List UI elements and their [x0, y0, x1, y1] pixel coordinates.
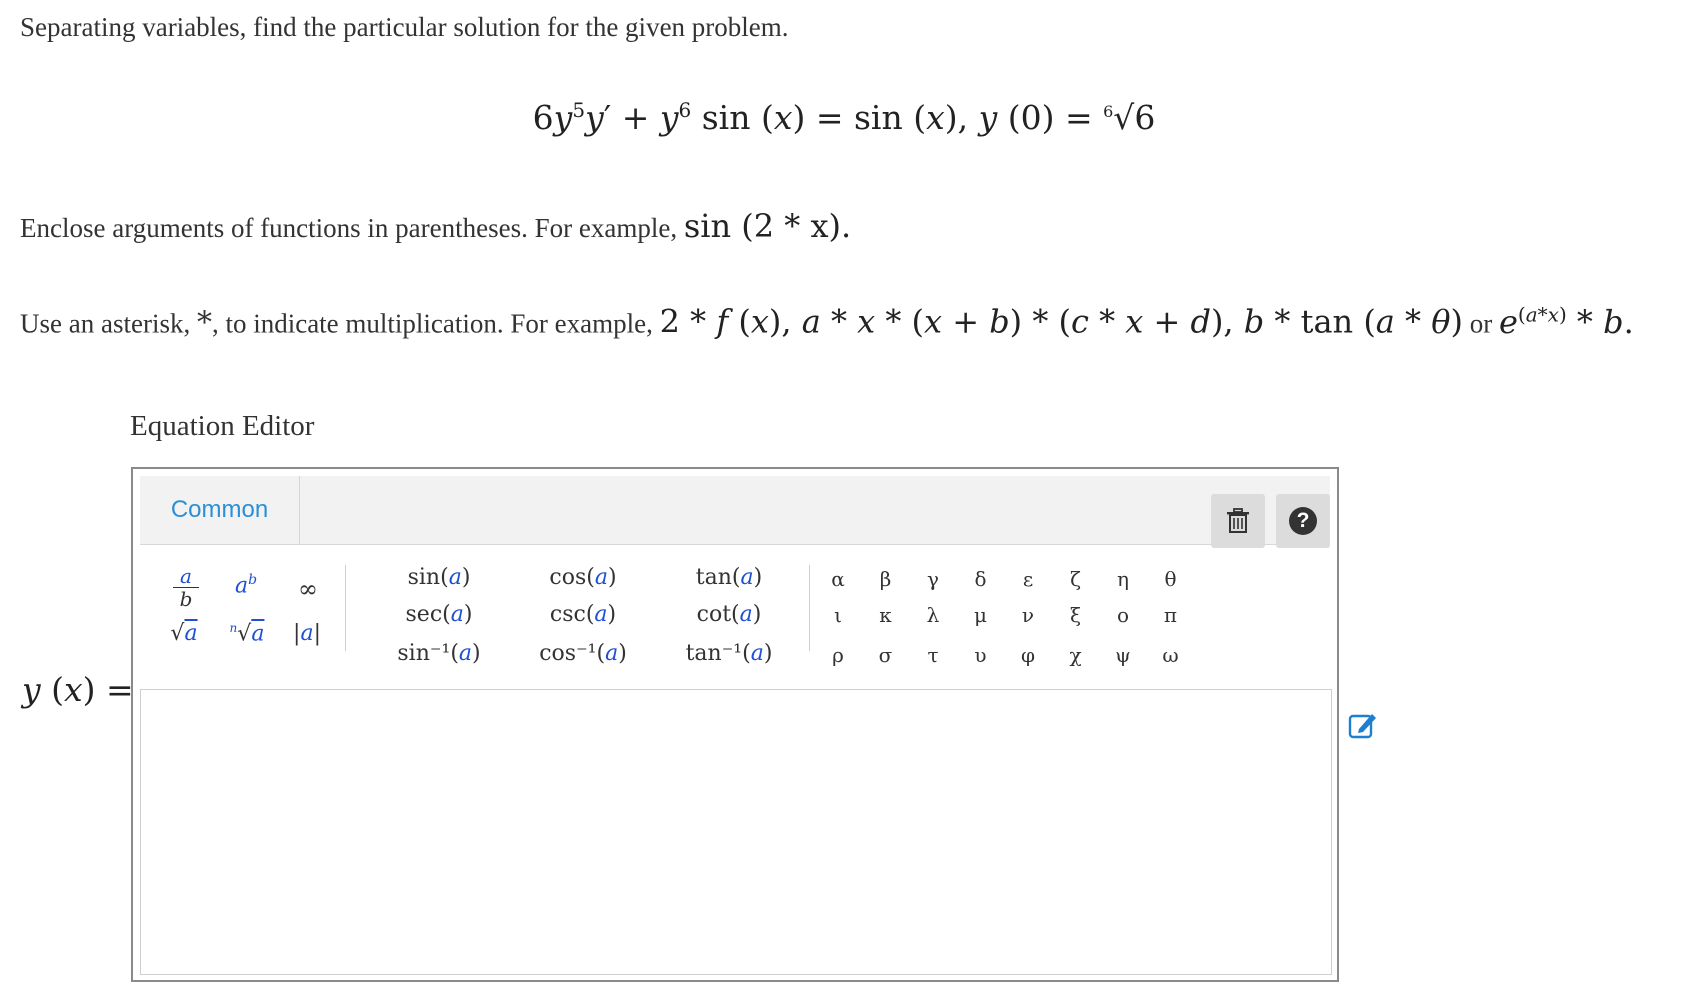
- greek-letter-button[interactable]: α: [823, 567, 853, 591]
- fraction-template-button[interactable]: ab: [173, 565, 199, 610]
- greek-letter-button[interactable]: ο: [1108, 603, 1138, 627]
- greek-letter-button[interactable]: μ: [966, 603, 996, 627]
- editor-toolbar: Common ?: [140, 476, 1330, 548]
- trash-icon: [1227, 508, 1249, 533]
- function-name: cot: [696, 602, 732, 627]
- clear-button[interactable]: [1211, 494, 1265, 548]
- function-button-cos[interactable]: cos(a): [535, 565, 631, 590]
- asterisk-note-text-1: Use an asterisk,: [20, 308, 191, 339]
- differential-equation: 6y5y′ + y6 sin (x) = sin (x), y (0) = 6√…: [532, 98, 1156, 137]
- answer-label: y (x) =: [22, 670, 134, 709]
- function-button-tan[interactable]: tan(a): [681, 565, 777, 590]
- greek-letter-button[interactable]: π: [1156, 603, 1186, 627]
- parentheses-note-text: Enclose arguments of functions in parent…: [20, 213, 678, 243]
- greek-letter-button[interactable]: τ: [918, 643, 948, 667]
- absolute-value-button[interactable]: |a|: [289, 621, 325, 646]
- greek-letter-button[interactable]: φ: [1013, 643, 1043, 667]
- function-name: sec: [405, 602, 443, 627]
- greek-letter-button[interactable]: ζ: [1061, 567, 1091, 591]
- function-name: cos: [549, 565, 587, 590]
- greek-letter-button[interactable]: σ: [871, 643, 901, 667]
- nthroot-template-button[interactable]: n√a: [227, 621, 267, 646]
- greek-letter-button[interactable]: η: [1108, 567, 1138, 591]
- function-name: cos⁻¹: [539, 641, 597, 666]
- function-button-sec[interactable]: sec(a): [391, 602, 487, 627]
- help-button[interactable]: ?: [1276, 494, 1330, 548]
- function-argument: a: [605, 641, 619, 666]
- asterisk-symbol: *: [196, 305, 212, 341]
- edit-icon[interactable]: [1348, 710, 1378, 740]
- function-button-tan-inverse[interactable]: tan⁻¹(a): [681, 641, 777, 666]
- asterisk-note: Use an asterisk, *, to indicate multipli…: [20, 302, 1634, 341]
- answer-input[interactable]: [140, 689, 1332, 975]
- function-button-cos-inverse[interactable]: cos⁻¹(a): [535, 641, 631, 666]
- greek-letter-button[interactable]: ι: [823, 603, 853, 627]
- tab-common[interactable]: Common: [140, 476, 300, 544]
- exponential-example: e(a*x) * b.: [1498, 302, 1634, 341]
- toolbar-divider: [345, 565, 346, 651]
- sqrt-template-button[interactable]: √a: [166, 621, 202, 646]
- greek-letter-button[interactable]: ε: [1013, 567, 1043, 591]
- greek-letter-button[interactable]: λ: [918, 603, 948, 627]
- function-name: csc: [549, 602, 586, 627]
- function-argument: a: [450, 602, 464, 627]
- function-argument: a: [458, 641, 473, 666]
- toolbar-divider: [809, 565, 810, 651]
- function-argument: a: [594, 602, 608, 627]
- greek-letter-button[interactable]: β: [871, 567, 901, 591]
- function-button-sin[interactable]: sin(a): [391, 565, 487, 590]
- function-name: tan: [695, 565, 732, 590]
- function-name: sin: [407, 565, 441, 590]
- or-word: or: [1469, 308, 1493, 339]
- function-argument: a: [594, 565, 608, 590]
- greek-letter-button[interactable]: θ: [1156, 567, 1186, 591]
- power-template-button[interactable]: ab: [231, 572, 261, 598]
- function-button-csc[interactable]: csc(a): [535, 602, 631, 627]
- greek-letter-button[interactable]: υ: [966, 643, 996, 667]
- function-argument: a: [739, 602, 753, 627]
- equation-editor: Common ? ab ab ∞ √a n√a |a| sin(a) cos(a)…: [131, 467, 1339, 982]
- parentheses-note: Enclose arguments of functions in parent…: [20, 207, 851, 245]
- parentheses-example: sin (2 * x).: [683, 207, 852, 245]
- greek-letter-button[interactable]: χ: [1061, 643, 1091, 667]
- equation-editor-title: Equation Editor: [130, 410, 315, 442]
- function-name: tan⁻¹: [685, 641, 743, 666]
- asterisk-note-text-2: , to indicate multiplication. For exampl…: [211, 308, 653, 339]
- greek-letter-button[interactable]: ν: [1013, 603, 1043, 627]
- function-argument: a: [740, 565, 754, 590]
- function-button-sin-inverse[interactable]: sin⁻¹(a): [391, 641, 487, 666]
- greek-letter-button[interactable]: δ: [966, 567, 996, 591]
- function-argument: a: [750, 641, 764, 666]
- function-argument: a: [448, 565, 462, 590]
- greek-letter-button[interactable]: ξ: [1061, 603, 1091, 627]
- multiplication-example: 2 * f (x), a * x * (x + b) * (c * x + d)…: [659, 302, 1463, 341]
- function-name: sin⁻¹: [397, 641, 451, 666]
- greek-letter-button[interactable]: ψ: [1108, 643, 1138, 667]
- greek-letter-button[interactable]: κ: [871, 603, 901, 627]
- problem-instruction: Separating variables, find the particula…: [20, 12, 789, 42]
- function-button-cot[interactable]: cot(a): [681, 602, 777, 627]
- greek-letter-button[interactable]: ω: [1156, 643, 1186, 667]
- infinity-button[interactable]: ∞: [293, 575, 323, 603]
- greek-letter-button[interactable]: γ: [918, 567, 948, 591]
- help-icon: ?: [1289, 507, 1317, 535]
- greek-letter-button[interactable]: ρ: [823, 643, 853, 667]
